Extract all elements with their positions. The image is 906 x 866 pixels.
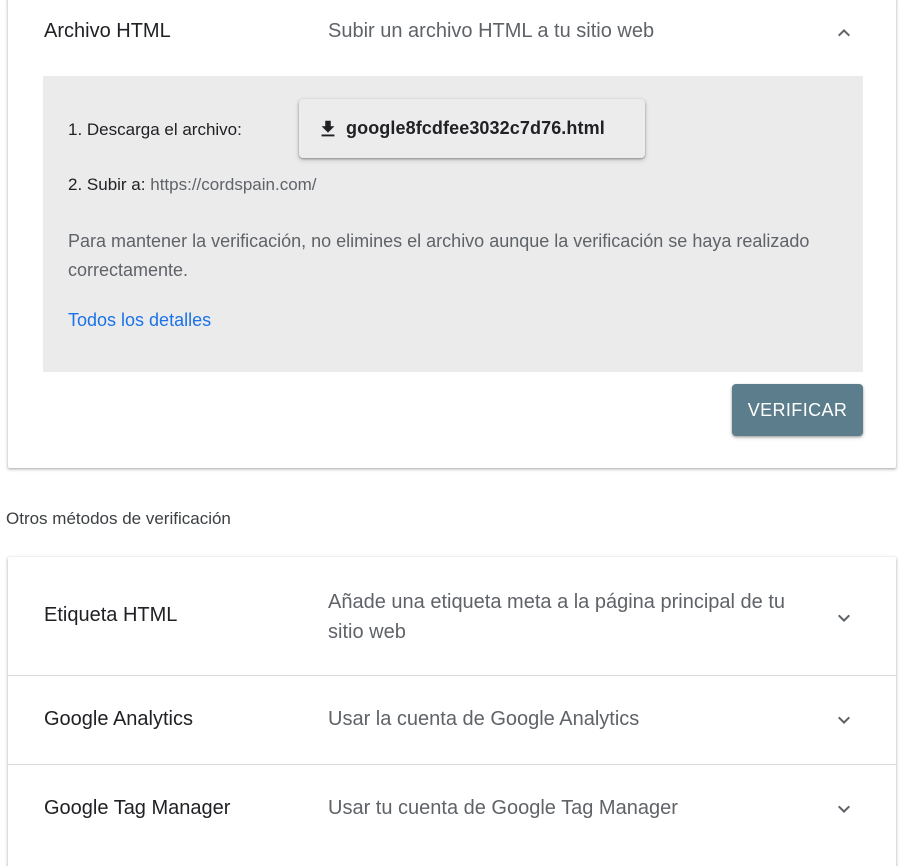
row-divider [8,764,896,765]
method-title: Etiqueta HTML [44,604,178,626]
other-methods-heading: Otros métodos de verificación [6,509,231,528]
download-file-button[interactable]: google8fcdfee3032c7d76.html [299,99,645,158]
chevron-down-icon[interactable] [832,708,856,732]
row-divider [8,675,896,676]
upload-url: https://cordspain.com/ [150,175,317,194]
download-filename: google8fcdfee3032c7d76.html [346,118,605,138]
chevron-down-icon[interactable] [832,797,856,821]
chevron-up-icon[interactable] [832,21,856,45]
method-description: Usar tu cuenta de Google Tag Manager [328,797,678,819]
step-2-label: 2. Subir a: [68,175,146,194]
method-title: Google Tag Manager [44,797,231,819]
instructions-panel: 1. Descarga el archivo: google8fcdfee303… [43,76,863,372]
method-description: Añade una etiqueta meta a la página prin… [328,591,786,643]
verification-note: Para mantener la verificación, no elimin… [68,231,810,280]
method-description: Usar la cuenta de Google Analytics [328,708,640,730]
download-icon [317,118,339,140]
other-methods-card: Etiqueta HTML Añade una etiqueta meta a … [8,557,896,866]
step-1-label: 1. Descarga el archivo: [68,120,242,139]
verification-page: Archivo HTML Subir un archivo HTML a tu … [0,0,906,866]
html-file-method-card: Archivo HTML Subir un archivo HTML a tu … [8,0,896,468]
method-title: Archivo HTML [44,20,171,42]
method-title: Google Analytics [44,708,193,730]
method-description: Subir un archivo HTML a tu sitio web [328,20,655,42]
full-details-link[interactable]: Todos los detalles [68,310,211,331]
verify-button[interactable]: VERIFICAR [732,384,863,436]
step-2: 2. Subir a: https://cordspain.com/ [68,175,317,195]
chevron-down-icon[interactable] [832,606,856,630]
